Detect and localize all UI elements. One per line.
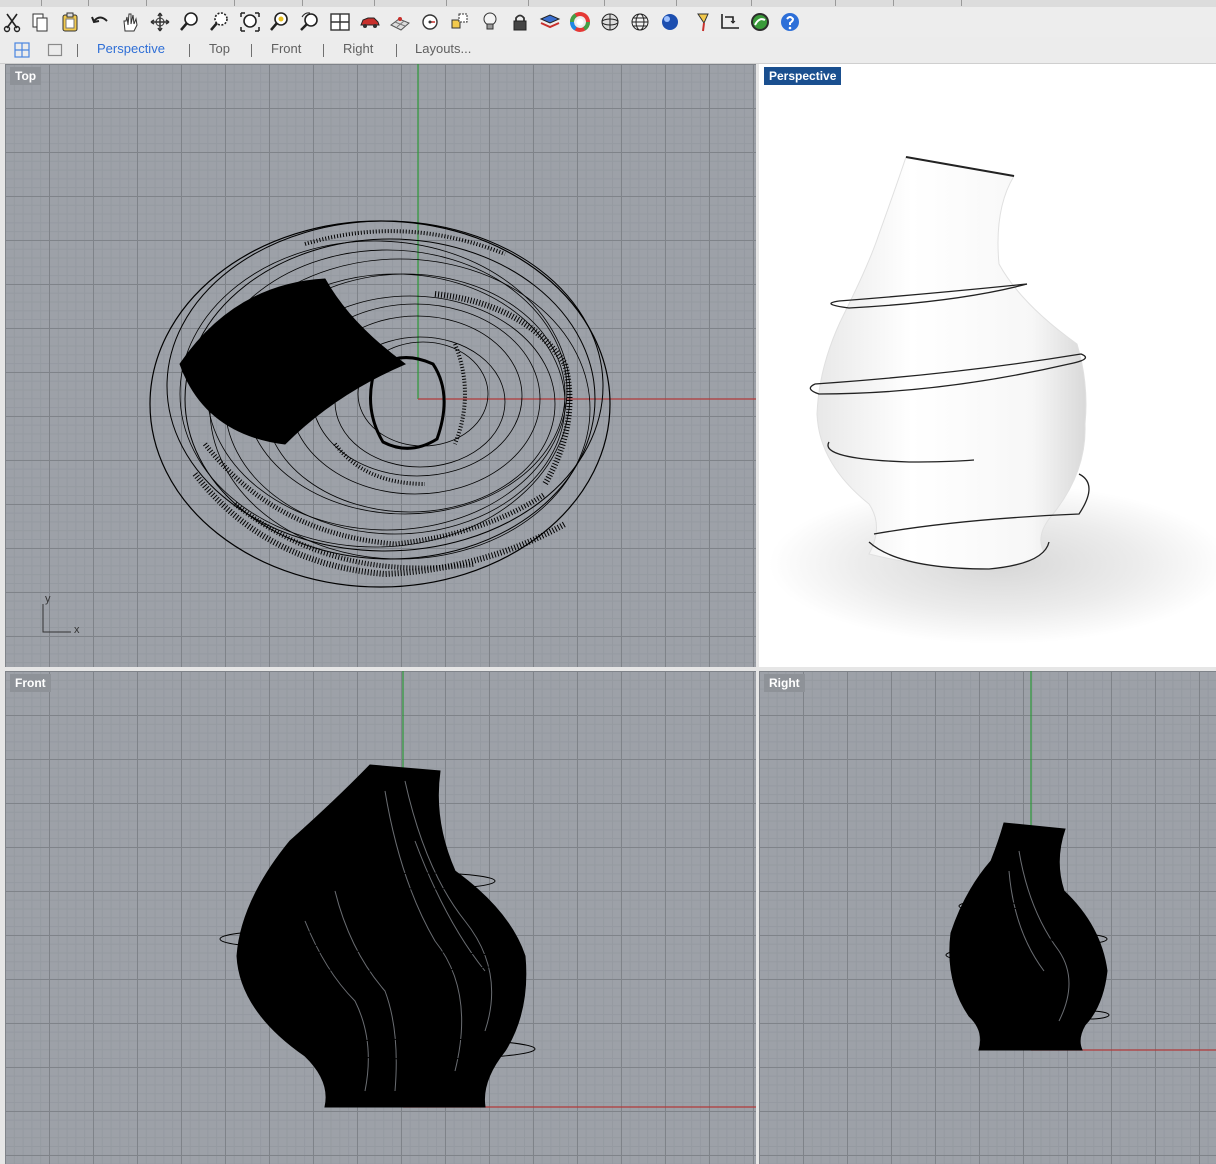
tab-separator [396, 44, 397, 57]
top-tab-9[interactable] [529, 0, 605, 6]
copy-icon[interactable] [28, 10, 52, 34]
axis-gizmo [42, 604, 71, 633]
light-bulb-icon[interactable] [478, 10, 502, 34]
zoom-selected-icon[interactable] [268, 10, 292, 34]
shaded-sphere-icon[interactable] [598, 10, 622, 34]
named-view-icon[interactable] [418, 10, 442, 34]
tab-front[interactable]: Front [271, 41, 301, 56]
dimension-icon[interactable] [718, 10, 742, 34]
viewport-perspective[interactable]: Perspective [759, 64, 1216, 667]
mesh-sphere-icon[interactable] [628, 10, 652, 34]
grid-plane-icon[interactable] [388, 10, 412, 34]
top-tab-4[interactable] [147, 0, 235, 6]
top-view-geometry: y x [42, 64, 756, 636]
single-viewport-icon[interactable] [47, 42, 63, 58]
tab-separator [77, 44, 78, 57]
top-tab-12[interactable] [752, 0, 836, 6]
viewport-label-right[interactable]: Right [764, 674, 805, 692]
undo-icon[interactable] [88, 10, 112, 34]
standard-toolbar [0, 7, 1216, 37]
viewport-tabs-bar: Perspective Top Front Right Layouts... [0, 37, 1216, 64]
viewport-label-top[interactable]: Top [10, 67, 42, 85]
rhino-logo-icon[interactable] [748, 10, 772, 34]
paste-icon[interactable] [58, 10, 82, 34]
viewport-right[interactable]: Right [759, 671, 1216, 1164]
axis-label-x: x [74, 624, 80, 636]
zoom-icon[interactable] [178, 10, 202, 34]
vase-wireframe-front [236, 764, 527, 1108]
car-icon[interactable] [358, 10, 382, 34]
color-wheel-icon[interactable] [568, 10, 592, 34]
vase-wireframe-top [149, 220, 611, 588]
zoom-extents-icon[interactable] [238, 10, 262, 34]
pan-icon[interactable] [118, 10, 142, 34]
tab-top[interactable]: Top [209, 41, 230, 56]
viewport-label-perspective[interactable]: Perspective [764, 67, 842, 85]
top-tab-2[interactable] [42, 0, 89, 6]
top-tab-10[interactable] [605, 0, 677, 6]
tab-separator [251, 44, 252, 57]
vase-wireframe-right [949, 822, 1108, 1051]
top-tab-5[interactable] [235, 0, 303, 6]
viewport-front[interactable]: Front [5, 671, 756, 1164]
right-view-geometry [945, 671, 1216, 1051]
top-tab-11[interactable] [677, 0, 752, 6]
tab-separator [189, 44, 190, 57]
help-icon[interactable] [778, 10, 802, 34]
layer-icon[interactable] [538, 10, 562, 34]
viewport-layout-icon[interactable] [328, 10, 352, 34]
top-tab-13[interactable] [836, 0, 894, 6]
top-tab-1[interactable] [0, 0, 42, 6]
top-tab-3[interactable] [89, 0, 147, 6]
select-filter-icon[interactable] [448, 10, 472, 34]
top-tab-6[interactable] [303, 0, 375, 6]
rotate-view-icon[interactable] [148, 10, 172, 34]
viewport-top[interactable]: y x Top [5, 64, 756, 667]
tab-right[interactable]: Right [343, 41, 373, 56]
tab-layouts[interactable]: Layouts... [415, 41, 471, 56]
top-tab-7[interactable] [375, 0, 447, 6]
zoom-window-icon[interactable] [208, 10, 232, 34]
undo-view-icon[interactable] [298, 10, 322, 34]
axis-label-y: y [45, 593, 51, 605]
lock-icon[interactable] [508, 10, 532, 34]
perspective-render [769, 156, 1216, 644]
front-view-geometry [219, 671, 756, 1108]
cut-icon[interactable] [0, 10, 24, 34]
four-viewports-icon[interactable] [14, 42, 30, 58]
tab-perspective[interactable]: Perspective [97, 41, 165, 56]
paint-brush-icon[interactable] [692, 10, 716, 34]
viewport-label-front[interactable]: Front [10, 674, 51, 692]
tab-separator [323, 44, 324, 57]
render-sphere-icon[interactable] [658, 10, 682, 34]
top-tab-8[interactable] [447, 0, 529, 6]
top-tab-14[interactable] [894, 0, 962, 6]
